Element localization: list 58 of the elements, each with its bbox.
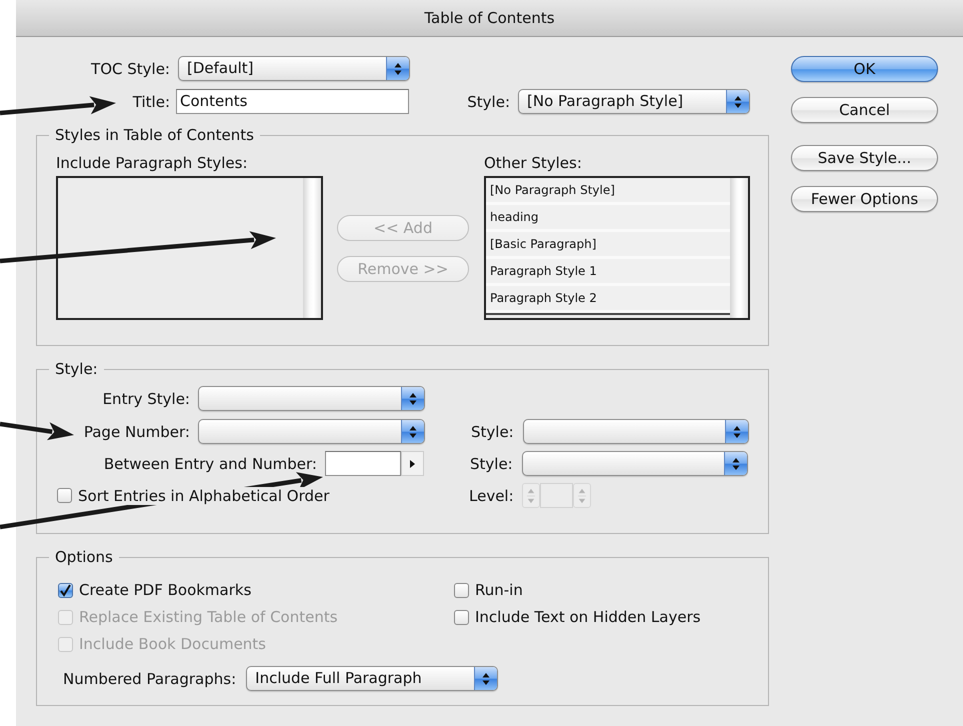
up-down-arrows-icon	[526, 488, 535, 504]
style-list[interactable]	[56, 176, 323, 320]
up-down-arrows-icon	[409, 392, 417, 406]
checkbox[interactable]	[454, 610, 469, 624]
window-title: Table of Contents	[424, 9, 555, 27]
list-item[interactable]: heading	[486, 205, 730, 232]
triangle-right-icon	[410, 460, 415, 468]
dialog-button[interactable]: OK	[791, 56, 938, 82]
list-item[interactable]: Paragraph Style 1	[486, 259, 730, 286]
field-label: Other Styles:	[484, 154, 583, 172]
group-title: Styles in Table of Contents	[54, 126, 255, 144]
field-label: Between Entry and Number:	[104, 454, 317, 472]
popup-menu[interactable]: [Default]	[178, 56, 410, 81]
text-field[interactable]	[325, 451, 401, 476]
style-list[interactable]: [No Paragraph Style] heading [Basic Paragraph] Paragraph Style 1 Paragraph Style 2	[484, 176, 750, 320]
up-down-arrows-icon	[732, 456, 740, 470]
up-down-arrows-icon	[732, 424, 741, 438]
up-down-arrows-icon	[578, 488, 586, 504]
checkbox[interactable]	[57, 488, 72, 503]
popup-menu[interactable]	[522, 451, 748, 476]
list-item[interactable]: [No Paragraph Style]	[486, 178, 730, 205]
text-field[interactable]: Contents	[176, 89, 409, 114]
group-title: Options	[54, 548, 114, 566]
field-label: Style:	[470, 454, 513, 472]
popup-menu[interactable]	[522, 419, 749, 444]
field-label: Page Number:	[84, 422, 190, 440]
menu-button[interactable]	[401, 451, 424, 476]
list-item[interactable]: Paragraph Style 2	[486, 286, 730, 313]
field-label: Include Paragraph Styles:	[56, 154, 249, 172]
field-label: Numbered Paragraphs:	[63, 670, 236, 688]
checkbox[interactable]	[454, 582, 469, 598]
up-down-arrows-icon	[482, 672, 490, 686]
checkbox-label: Include Text on Hidden Layers	[475, 608, 701, 626]
popup-menu[interactable]	[198, 419, 425, 444]
field-label: Entry Style:	[102, 390, 190, 408]
list-item[interactable]: [Basic Paragraph]	[486, 232, 730, 259]
checkbox-label: Create PDF Bookmarks	[79, 581, 252, 599]
dialog-button[interactable]: Cancel	[791, 97, 938, 123]
checkbox[interactable]	[58, 582, 73, 598]
popup-menu[interactable]: [No Paragraph Style]	[518, 89, 750, 114]
number-field	[540, 483, 573, 508]
field-label: Level:	[469, 486, 514, 504]
field-label: Style:	[471, 422, 514, 440]
field-label: TOC Style:	[91, 60, 170, 78]
checkbox-label: Run-in	[475, 581, 523, 599]
up-down-arrows-icon	[394, 62, 402, 76]
field-label: Title:	[132, 92, 170, 110]
popup-menu[interactable]: Include Full Paragraph	[246, 666, 498, 691]
up-down-arrows-icon	[734, 94, 742, 108]
dialog-button[interactable]: Fewer Options	[791, 186, 938, 212]
up-down-arrows-icon	[409, 424, 417, 438]
checkbox-label: Replace Existing Table of Contents	[79, 608, 338, 626]
popup-menu[interactable]	[198, 386, 425, 411]
checkbox-label: Include Book Documents	[79, 635, 266, 653]
group-title: Style:	[54, 360, 99, 378]
dialog-button[interactable]: Save Style...	[791, 145, 938, 171]
checkbox-label: Sort Entries in Alphabetical Order	[78, 486, 330, 504]
field-label: Style:	[467, 92, 510, 110]
